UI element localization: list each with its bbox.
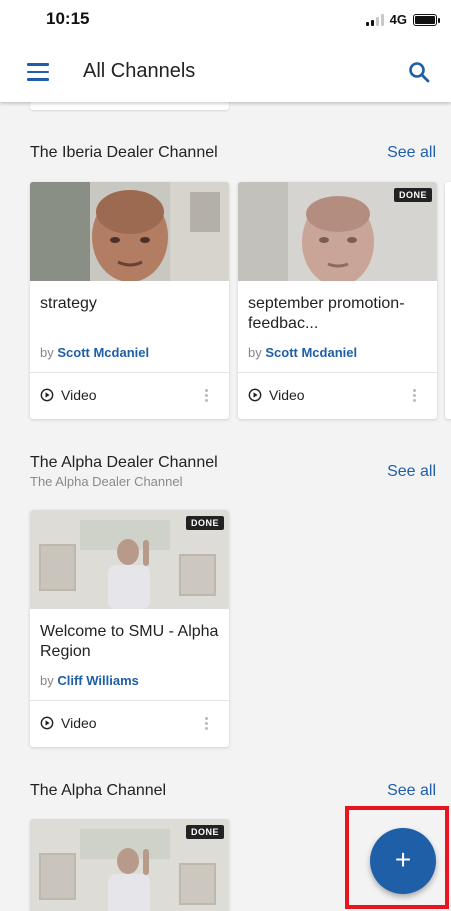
card-title: strategy [40, 295, 97, 312]
card-type: Video [40, 387, 97, 403]
card-thumbnail: DONE [30, 819, 229, 911]
card-author: by Scott Mcdaniel [40, 345, 150, 360]
card-type-label: Video [269, 387, 305, 403]
more-options-icon[interactable] [205, 389, 209, 402]
page-title: All Channels [83, 60, 196, 82]
more-options-icon[interactable] [205, 717, 209, 730]
status-time: 10:15 [46, 9, 90, 28]
content-card[interactable]: strategy by Scott Mcdaniel Video [30, 182, 229, 419]
menu-icon[interactable] [27, 63, 49, 81]
card-thumbnail: DONE [30, 510, 229, 609]
status-bar: 10:15 4G [0, 0, 451, 44]
card-author: by Scott Mcdaniel [248, 345, 358, 360]
see-all-link[interactable]: See all [387, 463, 436, 481]
see-all-link[interactable]: See all [387, 144, 436, 162]
card-author: by Cliff Williams [40, 673, 139, 688]
add-fab-button[interactable]: + [370, 828, 436, 894]
see-all-link[interactable]: See all [387, 782, 436, 800]
status-icons: 4G [365, 12, 440, 27]
card-type: Video [40, 715, 97, 731]
section-subtitle: The Alpha Dealer Channel [30, 474, 183, 489]
card-type-label: Video [61, 715, 97, 731]
more-options-icon[interactable] [413, 389, 417, 402]
content-card[interactable]: DONE september promotion- feedbac... by … [238, 182, 437, 419]
author-link[interactable]: Cliff Williams [57, 673, 139, 688]
section-title: The Alpha Dealer Channel [30, 454, 218, 471]
battery-icon [413, 13, 440, 26]
done-badge: DONE [393, 188, 432, 202]
card-divider [30, 700, 229, 701]
done-badge: DONE [185, 825, 224, 839]
play-circle-icon [248, 388, 262, 402]
card-divider [238, 372, 437, 373]
play-circle-icon [40, 716, 54, 730]
channel-list[interactable]: The Iberia Dealer Channel See all strate… [0, 102, 451, 911]
play-circle-icon [40, 388, 54, 402]
search-icon[interactable] [407, 60, 431, 84]
partial-card[interactable] [30, 102, 229, 110]
partial-card[interactable] [445, 182, 451, 419]
author-link[interactable]: Scott Mcdaniel [57, 345, 149, 360]
card-type-label: Video [61, 387, 97, 403]
card-thumbnail [30, 182, 229, 281]
app-bar: All Channels [0, 44, 451, 102]
plus-icon: + [394, 844, 412, 875]
card-title: Welcome to SMU - Alpha Region [40, 623, 219, 660]
card-divider [30, 372, 229, 373]
card-type: Video [248, 387, 305, 403]
content-card[interactable]: DONE Welcome to SMU - Alpha Region by Cl… [30, 510, 229, 747]
author-link[interactable]: Scott Mcdaniel [265, 345, 357, 360]
section-title: The Alpha Channel [30, 782, 167, 799]
done-badge: DONE [185, 516, 224, 530]
signal-icon [365, 13, 384, 26]
card-thumbnail: DONE [238, 182, 437, 281]
network-label: 4G [389, 12, 407, 27]
section-title: The Iberia Dealer Channel [30, 144, 218, 161]
content-card[interactable]: DONE [30, 819, 229, 911]
card-title: september promotion- feedbac... [248, 295, 405, 332]
